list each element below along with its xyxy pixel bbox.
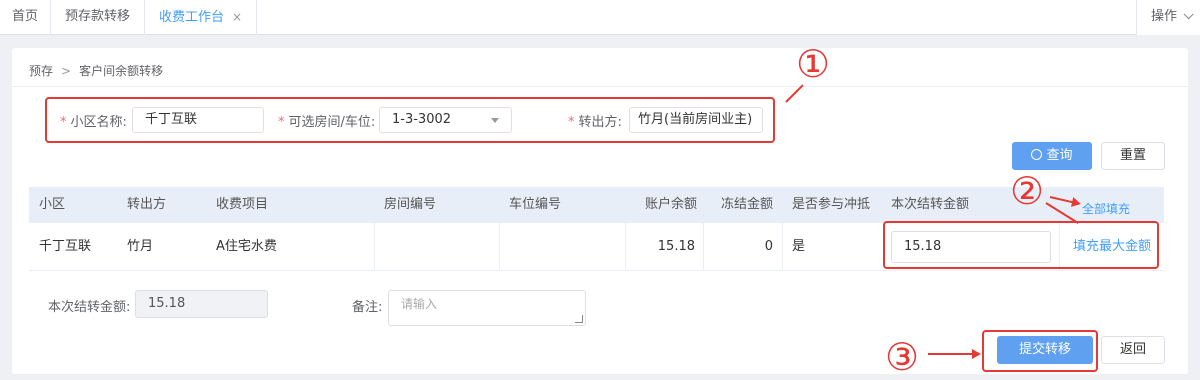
divider xyxy=(12,86,1188,87)
th-frozen: 冻结金额 xyxy=(721,197,774,212)
breadcrumb-current: 客户间余额转移 xyxy=(79,64,164,78)
td-balance: 15.18 xyxy=(657,239,695,254)
amount-label: 本次结转金额: xyxy=(48,300,131,315)
column-divider xyxy=(374,223,375,271)
chevron-down-icon xyxy=(1183,9,1194,20)
tab-home-label: 首页 xyxy=(12,9,39,24)
th-offset: 是否参与冲抵 xyxy=(792,197,871,212)
breadcrumb-parent[interactable]: 预存 xyxy=(29,64,53,78)
th-community: 小区 xyxy=(39,197,66,212)
td-frozen: 0 xyxy=(764,239,773,254)
td-from: 竹月 xyxy=(127,239,154,254)
amount-display: 15.18 xyxy=(135,290,268,318)
th-amount: 本次结转金额 xyxy=(891,197,970,212)
query-button[interactable]: 查询 xyxy=(1012,142,1092,170)
column-divider xyxy=(499,223,500,271)
operations-menu[interactable]: 操作 xyxy=(1135,0,1200,35)
annotation-arrow-3 xyxy=(928,353,976,355)
td-offset: 是 xyxy=(792,239,806,254)
annotation-box-1 xyxy=(45,97,775,143)
column-divider xyxy=(782,223,783,271)
annotation-box-3 xyxy=(982,330,1098,372)
reset-button[interactable]: 重置 xyxy=(1101,142,1165,170)
annotation-box-2 xyxy=(883,221,1159,269)
column-divider xyxy=(625,223,626,271)
annotation-arrowhead-3 xyxy=(972,349,981,359)
td-community: 千丁互联 xyxy=(39,239,92,254)
table-header: 小区 转出方 收费项目 房间编号 车位编号 账户余额 冻结金额 是否参与冲抵 本… xyxy=(29,187,1164,223)
annotation-number-1: ① xyxy=(796,42,831,86)
search-icon xyxy=(1031,149,1043,160)
note-placeholder: 请输入 xyxy=(401,297,438,311)
tab-close-icon[interactable]: × xyxy=(232,10,242,24)
tab-prepaid-transfer[interactable]: 预存款转移 xyxy=(51,0,146,35)
resize-handle-icon[interactable] xyxy=(575,315,583,323)
td-item: A住宅水费 xyxy=(216,239,277,254)
tab-home[interactable]: 首页 xyxy=(0,0,52,35)
note-textarea[interactable]: 请输入 xyxy=(388,290,586,326)
breadcrumb: 预存 > 客户间余额转移 xyxy=(29,62,163,79)
column-divider xyxy=(703,223,704,271)
tab-charge-workbench[interactable]: 收费工作台 × xyxy=(145,0,258,35)
th-room-no: 房间编号 xyxy=(384,197,437,212)
annotation-number-2: ② xyxy=(1010,169,1045,213)
tab-prepaid-transfer-label: 预存款转移 xyxy=(65,9,131,24)
tab-charge-workbench-label: 收费工作台 xyxy=(159,10,225,25)
th-item: 收费项目 xyxy=(216,197,269,212)
th-from: 转出方 xyxy=(127,197,167,212)
operations-label: 操作 xyxy=(1150,9,1177,24)
breadcrumb-separator: > xyxy=(61,64,72,78)
note-label: 备注: xyxy=(352,300,383,315)
annotation-number-3: ③ xyxy=(885,335,920,379)
th-balance: 账户余额 xyxy=(645,197,698,212)
th-space-no: 车位编号 xyxy=(509,197,562,212)
back-button[interactable]: 返回 xyxy=(1101,336,1165,364)
tab-bar: 首页 预存款转移 收费工作台 × xyxy=(0,0,1200,35)
